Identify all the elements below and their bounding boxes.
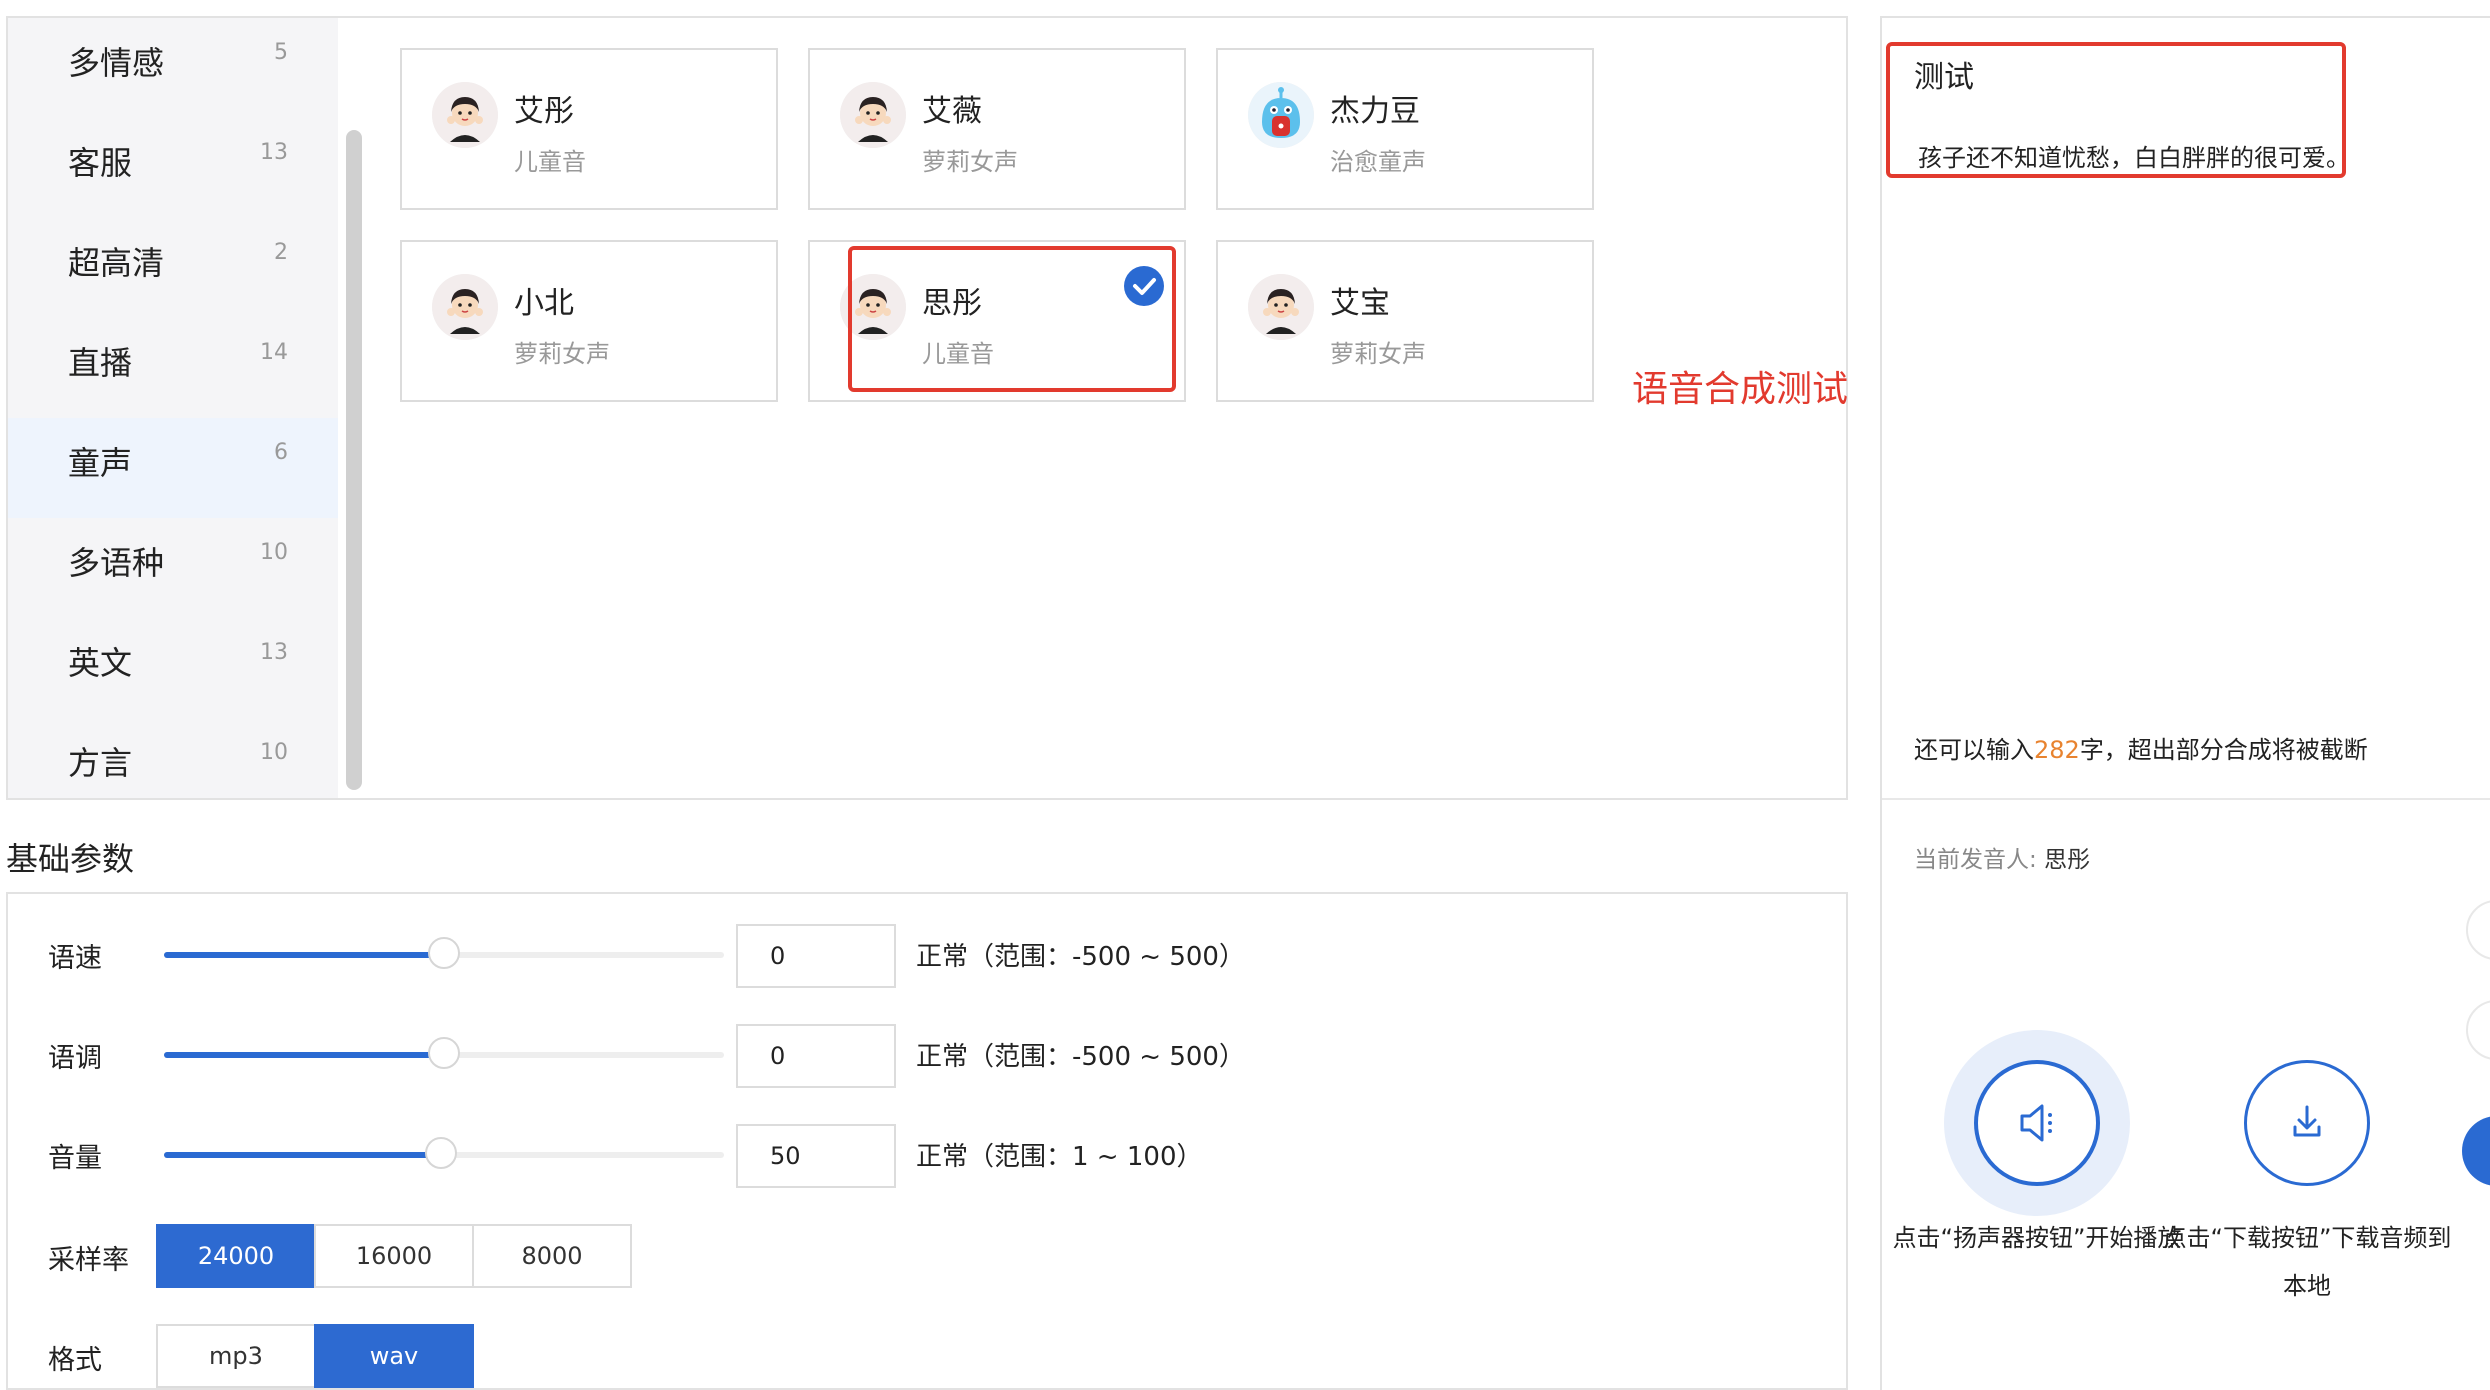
category-name: 多语种 <box>68 544 165 582</box>
panel-divider <box>1882 798 2490 800</box>
voice-avatar-icon <box>432 82 498 148</box>
download-caption: 点击“下载按钮”下载音频到本地 <box>2162 1224 2452 1300</box>
current-speaker-label: 当前发音人: <box>1914 847 2045 873</box>
category-list: 多情感 5 客服 13 超高清 2 直播 14 童声 6 多语种 10 英文 1… <box>8 18 338 798</box>
sample-rate-label: 采样率 <box>48 1245 129 1276</box>
voice-avatar-icon <box>1248 274 1314 340</box>
category-item[interactable]: 客服 13 <box>8 118 338 218</box>
format-label: 格式 <box>48 1345 102 1376</box>
voice-type: 治愈童声 <box>1330 148 1426 176</box>
speed-label: 语速 <box>48 943 102 974</box>
voice-type: 儿童音 <box>514 148 586 176</box>
text-content: 孩子还不知道忧愁，白白胖胖的很可爱。 <box>1918 144 2350 172</box>
play-button[interactable] <box>1974 1060 2100 1186</box>
category-item[interactable]: 直播 14 <box>8 318 338 418</box>
download-icon <box>2293 1105 2321 1137</box>
category-name: 超高清 <box>68 244 165 282</box>
volume-slider[interactable] <box>164 1137 724 1169</box>
pitch-slider-handle[interactable] <box>428 1037 460 1069</box>
voice-name: 杰力豆 <box>1330 94 1420 129</box>
pitch-range-text: 正常（范围：-500 ~ 500） <box>916 1042 1245 1072</box>
category-name: 直播 <box>68 344 133 382</box>
volume-input[interactable]: 50 <box>736 1124 896 1188</box>
voice-type: 萝莉女声 <box>922 148 1018 176</box>
voice-card[interactable]: 艾薇 萝莉女声 <box>808 48 1186 210</box>
pitch-slider[interactable] <box>164 1037 724 1069</box>
sample-rate-option[interactable]: 16000 <box>314 1224 474 1288</box>
category-count: 6 <box>274 440 288 465</box>
format-option[interactable]: mp3 <box>156 1324 316 1388</box>
category-name: 英文 <box>68 644 133 682</box>
category-item[interactable]: 英文 13 <box>8 618 338 718</box>
current-speaker-name: 思彤 <box>2044 847 2091 873</box>
speed-input[interactable]: 0 <box>736 924 896 988</box>
remaining-number: 282 <box>2034 736 2080 764</box>
category-count: 13 <box>260 140 288 165</box>
annotation-label: 语音合成测试 <box>1632 369 1849 410</box>
category-count: 2 <box>274 240 288 265</box>
voice-name: 艾宝 <box>1330 286 1390 321</box>
voice-card[interactable]: 艾宝 萝莉女声 <box>1216 240 1594 402</box>
speed-slider-handle[interactable] <box>428 937 460 969</box>
volume-slider-fill <box>164 1152 442 1158</box>
current-speaker: 当前发音人: 思彤 <box>1914 840 2090 874</box>
download-button[interactable] <box>2244 1060 2370 1186</box>
volume-range-text: 正常（范围：1 ~ 100） <box>916 1142 1203 1172</box>
params-panel: 语速 0 正常（范围：-500 ~ 500） 语调 0 正常（范围：-500 ~… <box>6 892 1848 1390</box>
category-name: 方言 <box>68 744 133 782</box>
speed-slider-fill <box>164 952 444 958</box>
category-item[interactable]: 方言 10 <box>8 718 338 818</box>
voice-name: 艾薇 <box>922 94 982 129</box>
category-count: 14 <box>260 340 288 365</box>
speed-range-text: 正常（范围：-500 ~ 500） <box>916 942 1245 972</box>
voice-type: 萝莉女声 <box>514 340 610 368</box>
sample-rate-option[interactable]: 8000 <box>472 1224 632 1288</box>
category-item-active[interactable]: 童声 6 <box>8 418 338 518</box>
speed-slider[interactable] <box>164 937 724 969</box>
category-item[interactable]: 超高清 2 <box>8 218 338 318</box>
voice-avatar-icon <box>432 274 498 340</box>
category-item[interactable]: 多语种 10 <box>8 518 338 618</box>
remaining-suffix: 字，超出部分合成将被截断 <box>2079 736 2368 764</box>
sample-rate-option[interactable]: 24000 <box>156 1224 316 1288</box>
format-option[interactable]: wav <box>314 1324 474 1388</box>
voice-avatar-icon <box>840 82 906 148</box>
pitch-label: 语调 <box>48 1043 102 1074</box>
category-item[interactable]: 多情感 5 <box>8 18 338 118</box>
category-name: 客服 <box>68 144 133 182</box>
category-scrollbar[interactable] <box>346 130 362 790</box>
remaining-prefix: 还可以输入 <box>1914 736 2034 764</box>
voice-avatar-icon <box>1248 82 1314 148</box>
text-title: 测试 <box>1914 60 1974 95</box>
voice-name: 艾彤 <box>514 94 574 129</box>
category-name: 童声 <box>68 444 133 482</box>
pitch-slider-fill <box>164 1052 444 1058</box>
voice-card[interactable]: 杰力豆 治愈童声 <box>1216 48 1594 210</box>
play-caption: 点击“扬声器按钮”开始播放 <box>1892 1224 2182 1252</box>
remaining-count-text: 还可以输入282字，超出部分合成将被截断 <box>1914 730 2368 765</box>
voice-card[interactable]: 小北 萝莉女声 <box>400 240 778 402</box>
category-count: 5 <box>274 40 288 65</box>
selection-highlight-box <box>848 246 1176 392</box>
volume-slider-handle[interactable] <box>425 1137 458 1169</box>
voice-name: 小北 <box>514 286 574 321</box>
voice-card[interactable]: 艾彤 儿童音 <box>400 48 778 210</box>
category-count: 13 <box>260 640 288 665</box>
voice-type: 萝莉女声 <box>1330 340 1426 368</box>
category-count: 10 <box>260 740 288 765</box>
category-count: 10 <box>260 540 288 565</box>
pitch-input[interactable]: 0 <box>736 1024 896 1088</box>
params-heading: 基础参数 <box>6 840 135 878</box>
speaker-icon <box>2020 1104 2052 1142</box>
volume-label: 音量 <box>48 1143 102 1174</box>
category-name: 多情感 <box>68 44 165 82</box>
